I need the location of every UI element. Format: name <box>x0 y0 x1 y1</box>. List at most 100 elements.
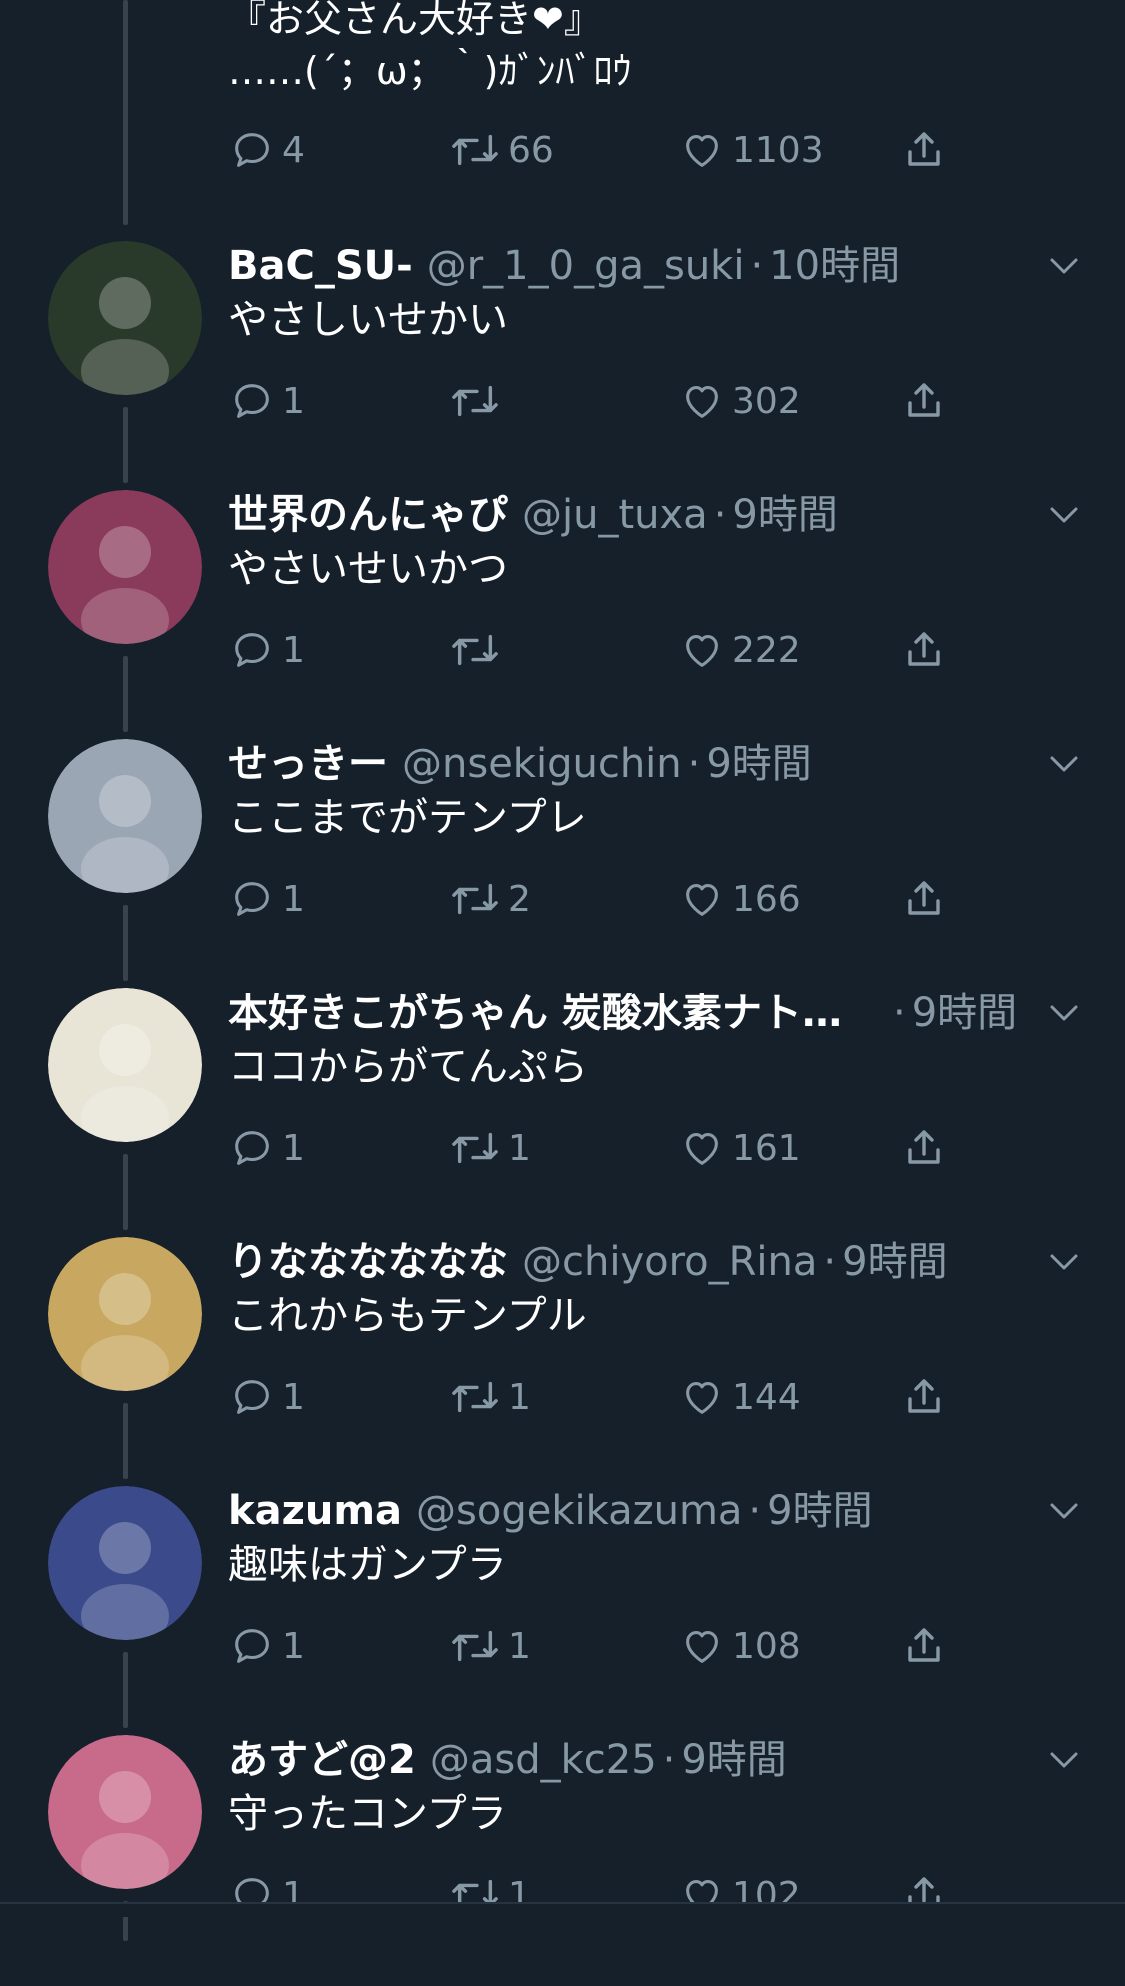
chevron-down-icon[interactable] <box>1044 998 1084 1028</box>
share-button[interactable] <box>900 125 948 175</box>
tweet-text: ココからがてんぷら <box>228 1044 588 1090</box>
retweet-count: 2 <box>508 878 531 920</box>
reply-button[interactable]: 1 <box>228 376 305 426</box>
avatar[interactable] <box>48 988 202 1142</box>
display-name[interactable]: 本好きこがちゃん 炭酸水素ナトリウム <box>228 993 873 1033</box>
reply-button[interactable]: 1 <box>228 1621 305 1671</box>
retweet-button[interactable]: 1 <box>448 1372 531 1422</box>
reply-count: 1 <box>282 380 305 422</box>
retweet-arrows-icon <box>452 385 498 417</box>
speech-bubble-icon <box>235 384 269 418</box>
chevron-down-icon[interactable] <box>1044 1496 1084 1526</box>
share-button[interactable] <box>900 874 948 924</box>
display-name[interactable]: りなななななな <box>228 1242 508 1282</box>
separator-dot: · <box>662 1737 676 1783</box>
tweet-header: BaC_SU- @r_1_0_ga_suki · 10時間 <box>228 241 900 291</box>
display-name[interactable]: kazuma <box>228 1491 402 1531</box>
tweet[interactable]: BaC_SU- @r_1_0_ga_suki · 10時間 やさしいせかい 1 <box>0 241 1125 492</box>
share-upload-icon <box>908 632 940 666</box>
timestamp[interactable]: 9時間 <box>842 1242 947 1282</box>
chevron-down-icon[interactable] <box>1044 251 1084 281</box>
avatar[interactable] <box>48 1486 202 1640</box>
like-button[interactable]: 166 <box>678 874 801 924</box>
share-button[interactable] <box>900 1621 948 1671</box>
reply-button[interactable]: 1 <box>228 874 305 924</box>
like-button[interactable]: 161 <box>678 1123 801 1173</box>
reply-count: 1 <box>282 878 305 920</box>
tweet-text: ここまでがテンプレ <box>228 795 587 841</box>
retweet-button[interactable] <box>448 625 508 675</box>
timestamp[interactable]: 9時間 <box>912 993 1017 1033</box>
timestamp[interactable]: 9時間 <box>732 495 837 535</box>
chevron-down-icon[interactable] <box>1044 749 1084 779</box>
avatar-head <box>99 1273 151 1325</box>
display-name[interactable]: BaC_SU- <box>228 246 413 286</box>
reply-count: 4 <box>282 129 305 171</box>
tweet-text-line: ……(´；ω；｀)ｶﾞﾝﾊﾞﾛｳ <box>228 49 632 93</box>
retweet-button[interactable]: 1 <box>448 1621 531 1671</box>
timestamp[interactable]: 9時間 <box>767 1491 872 1531</box>
share-button[interactable] <box>900 1372 948 1422</box>
retweet-button[interactable]: 2 <box>448 874 531 924</box>
display-name[interactable]: せっきー <box>228 744 388 784</box>
reply-button[interactable]: 1 <box>228 1372 305 1422</box>
retweet-button[interactable] <box>448 376 508 426</box>
like-button[interactable]: 302 <box>678 376 801 426</box>
retweet-button[interactable]: 66 <box>448 125 554 175</box>
chevron-down-icon[interactable] <box>1044 500 1084 530</box>
like-button[interactable]: 108 <box>678 1621 801 1671</box>
user-handle[interactable]: @ju_tuxa <box>522 495 708 535</box>
chevron-down-icon[interactable] <box>1044 1745 1084 1775</box>
avatar[interactable] <box>48 1237 202 1391</box>
timestamp[interactable]: 10時間 <box>769 246 900 286</box>
share-upload-icon <box>908 132 940 166</box>
reply-button[interactable]: 1 <box>228 1123 305 1173</box>
tweet[interactable]: せっきー @nsekiguchin · 9時間 ここまでがテンプレ 1 2 16… <box>0 739 1125 990</box>
avatar[interactable] <box>48 490 202 644</box>
tweet-actions: 4 66 1103 <box>0 125 1125 175</box>
user-handle[interactable]: @r_1_0_ga_suki <box>427 246 745 286</box>
tweet[interactable]: 本好きこがちゃん 炭酸水素ナトリウム · 9時間 ココからがてんぷら 1 1 1 <box>0 988 1125 1239</box>
retweet-count: 1 <box>508 1127 531 1169</box>
tweet-actions: 1 2 166 <box>0 874 1125 924</box>
share-button[interactable] <box>900 376 948 426</box>
tweet[interactable]: りなななななな @chiyoro_Rina · 9時間 これからもテンプル 1 … <box>0 1237 1125 1488</box>
like-button[interactable]: 144 <box>678 1372 801 1422</box>
heart-icon <box>686 135 718 167</box>
share-button[interactable] <box>900 1123 948 1173</box>
display-name[interactable]: あすど@2 <box>228 1740 416 1780</box>
retweet-arrows-icon <box>452 1630 498 1662</box>
avatar-image <box>48 988 202 1142</box>
share-upload-icon <box>908 383 940 417</box>
tweet-header: りなななななな @chiyoro_Rina · 9時間 <box>228 1237 948 1287</box>
user-handle[interactable]: @nsekiguchin <box>402 744 682 784</box>
separator-dot: · <box>748 1488 762 1534</box>
top-tweet[interactable]: 『お父さん大好き❤︎』 ……(´；ω；｀)ｶﾞﾝﾊﾞﾛｳ 4 66 1103 <box>0 0 1125 225</box>
display-name[interactable]: 世界のんにゃぴ <box>228 495 508 535</box>
user-handle[interactable]: @asd_kc25 <box>430 1740 657 1780</box>
tweet[interactable]: あすど@2 @asd_kc25 · 9時間 守ったコンプラ 1 1 102 <box>0 1735 1125 1986</box>
reply-button[interactable]: 1 <box>228 625 305 675</box>
tweet[interactable]: 世界のんにゃぴ @ju_tuxa · 9時間 やさいせいかつ 1 222 <box>0 490 1125 741</box>
like-button[interactable]: 1103 <box>678 125 824 175</box>
timestamp[interactable]: 9時間 <box>706 744 811 784</box>
avatar[interactable] <box>48 739 202 893</box>
user-handle[interactable]: @chiyoro_Rina <box>522 1242 817 1282</box>
tweet[interactable]: kazuma @sogekikazuma · 9時間 趣味はガンプラ 1 1 1… <box>0 1486 1125 1737</box>
like-button[interactable]: 222 <box>678 625 801 675</box>
like-count: 166 <box>732 878 801 920</box>
reply-count: 1 <box>282 1625 305 1667</box>
avatar[interactable] <box>48 241 202 395</box>
share-button[interactable] <box>900 625 948 675</box>
tweet-text: 趣味はガンプラ <box>228 1542 507 1588</box>
reply-button[interactable]: 4 <box>228 125 305 175</box>
avatar-head <box>99 1522 151 1574</box>
chevron-down-icon[interactable] <box>1044 1247 1084 1277</box>
timestamp[interactable]: 9時間 <box>681 1740 786 1780</box>
tweet-actions: 1 222 <box>0 625 1125 675</box>
retweet-button[interactable]: 1 <box>448 1123 531 1173</box>
avatar[interactable] <box>48 1735 202 1889</box>
heart-icon <box>686 386 718 418</box>
user-handle[interactable]: @sogekikazuma <box>416 1491 742 1531</box>
speech-bubble-icon <box>235 133 269 167</box>
